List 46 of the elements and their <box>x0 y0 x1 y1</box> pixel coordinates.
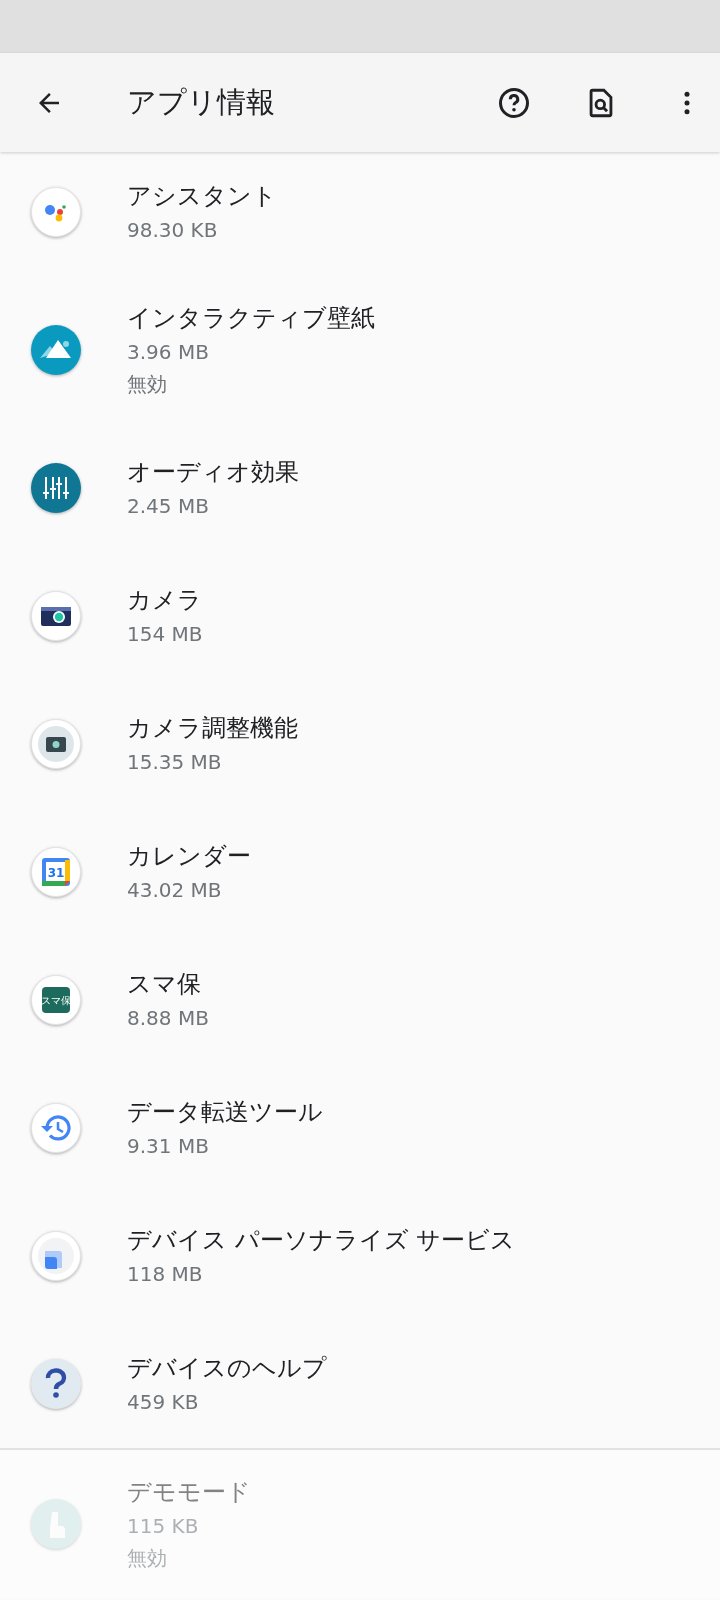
app-list-item[interactable]: オーディオ効果 2.45 MB <box>0 424 720 552</box>
camera-icon <box>30 590 82 642</box>
question-icon <box>30 1358 82 1410</box>
equalizer-icon <box>30 462 82 514</box>
app-name: スマ保 <box>127 969 202 1000</box>
hand-icon <box>30 1498 82 1550</box>
app-list-item[interactable]: カメラ調整機能 15.35 MB <box>0 680 720 808</box>
app-status: 無効 <box>127 371 168 398</box>
screen-title: アプリ情報 <box>127 83 276 121</box>
app-list-item[interactable]: アシスタント 98.30 KB <box>0 152 720 276</box>
mountain-icon <box>30 324 82 376</box>
app-name: カメラ調整機能 <box>127 713 298 744</box>
label-icon: スマ保 <box>30 974 82 1026</box>
app-name: カレンダー <box>127 841 251 872</box>
app-name: デバイスのヘルプ <box>127 1353 327 1384</box>
app-name: データ転送ツール <box>127 1097 323 1128</box>
app-size: 43.02 MB <box>127 877 223 904</box>
app-list-item[interactable]: デバイス パーソナライズ サービス 118 MB <box>0 1192 720 1320</box>
app-list-item[interactable]: デバイスのヘルプ 459 KB <box>0 1320 720 1448</box>
app-list-item[interactable]: インタラクティブ壁紙 3.96 MB 無効 <box>0 276 720 424</box>
calendar-icon: 31 <box>30 846 82 898</box>
app-list-item[interactable]: スマ保 スマ保 8.88 MB <box>0 936 720 1064</box>
history-icon <box>30 1102 82 1154</box>
app-size: 2.45 MB <box>127 493 210 520</box>
app-list-item[interactable]: データ転送ツール 9.31 MB <box>0 1064 720 1192</box>
app-size: 15.35 MB <box>127 749 223 776</box>
app-list-item[interactable]: 31 カレンダー 43.02 MB <box>0 808 720 936</box>
app-list-item[interactable]: カメラ 154 MB <box>0 552 720 680</box>
dots-icon <box>30 186 82 238</box>
app-size: 459 KB <box>127 1389 200 1416</box>
layers-icon <box>30 1230 82 1282</box>
app-name: アシスタント <box>127 181 277 212</box>
app-name: オーディオ効果 <box>127 457 299 488</box>
app-size: 115 KB <box>127 1513 200 1540</box>
app-size: 9.31 MB <box>127 1133 210 1160</box>
app-name: インタラクティブ壁紙 <box>127 303 375 334</box>
app-status: 無効 <box>127 1545 168 1572</box>
camera-icon <box>30 718 82 770</box>
app-size: 154 MB <box>127 621 203 648</box>
app-name: カメラ <box>127 585 203 616</box>
app-size: 98.30 KB <box>127 217 219 244</box>
app-size: 118 MB <box>127 1261 204 1288</box>
app-name: デバイス パーソナライズ サービス <box>127 1225 516 1256</box>
app-size: 3.96 MB <box>127 339 210 366</box>
app-size: 8.88 MB <box>127 1005 209 1032</box>
app-name: デモモード <box>127 1477 251 1508</box>
